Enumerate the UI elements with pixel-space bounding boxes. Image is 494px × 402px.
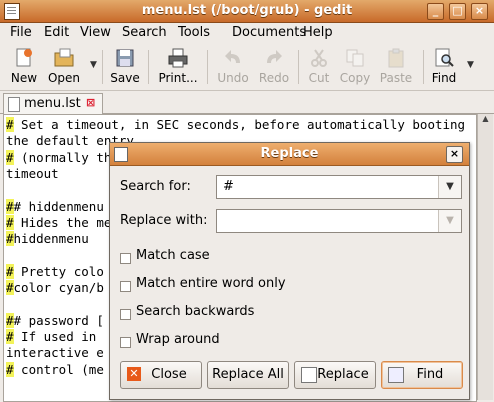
toolbar-separator bbox=[102, 50, 103, 84]
editor-line: #hiddenmenu bbox=[6, 231, 89, 247]
dialog-title: Replace bbox=[260, 146, 319, 161]
search-for-combo[interactable]: # ▼ bbox=[216, 175, 462, 199]
search-backwards-checkbox[interactable] bbox=[120, 309, 131, 320]
document-tabs: menu.lst ⊠ bbox=[0, 91, 494, 114]
chevron-down-icon[interactable]: ▼ bbox=[438, 210, 461, 232]
toolbar: New Open ▼ Save Print... Undo Redo Cut C… bbox=[0, 44, 494, 91]
close-window-button[interactable]: × bbox=[471, 3, 488, 20]
undo-button[interactable]: Undo bbox=[215, 47, 251, 85]
editor-line: interactive e bbox=[6, 345, 104, 361]
replace-button[interactable]: Replace bbox=[294, 361, 376, 389]
menu-tools[interactable]: Tools bbox=[178, 25, 210, 40]
match-entire-word-checkbox[interactable] bbox=[120, 281, 131, 292]
match-entire-word-label[interactable]: Match entire word only bbox=[136, 276, 286, 291]
printer-icon bbox=[167, 47, 189, 69]
copy-icon bbox=[344, 47, 366, 69]
menu-bar: File Edit View Search Tools Documents Help bbox=[0, 23, 494, 43]
search-match-highlight: # bbox=[6, 149, 14, 165]
save-button[interactable]: Save bbox=[108, 47, 142, 85]
search-match-highlight: # bbox=[6, 214, 14, 230]
editor-line: #color cyan/b bbox=[6, 280, 104, 295]
search-for-label: Search for: bbox=[120, 179, 191, 194]
window-title: menu.lst (/boot/grub) - gedit bbox=[141, 3, 353, 18]
search-match-highlight: # bbox=[6, 117, 14, 132]
search-match-highlight: # bbox=[6, 361, 14, 377]
paste-button[interactable]: Paste bbox=[377, 47, 415, 85]
open-button[interactable]: Open bbox=[46, 47, 82, 85]
gedit-window: menu.lst (/boot/grub) - gedit _ □ × File… bbox=[0, 0, 494, 402]
editor-line: # If used in bbox=[6, 328, 97, 344]
toolbar-overflow-icon[interactable]: ▼ bbox=[467, 60, 474, 70]
new-document-icon bbox=[13, 47, 35, 69]
search-match-highlight: # bbox=[6, 231, 14, 247]
new-button[interactable]: New bbox=[8, 47, 40, 85]
dialog-close-button[interactable]: × bbox=[446, 146, 463, 163]
search-for-input[interactable]: # bbox=[223, 179, 234, 194]
scissors-icon bbox=[308, 47, 330, 69]
menu-view[interactable]: View bbox=[80, 25, 111, 40]
menu-file[interactable]: File bbox=[10, 25, 32, 40]
toolbar-separator bbox=[207, 50, 208, 84]
replace-with-combo[interactable]: ▼ bbox=[216, 209, 462, 233]
scroll-up-arrow-icon[interactable]: ▲ bbox=[480, 114, 491, 128]
search-match-highlight: # bbox=[6, 280, 14, 295]
editor-line: timeout bbox=[6, 165, 59, 181]
save-icon bbox=[114, 47, 136, 69]
close-tab-icon[interactable]: ⊠ bbox=[86, 96, 95, 109]
toolbar-separator bbox=[423, 50, 424, 84]
editor-line: # Pretty colo bbox=[6, 263, 104, 279]
editor-line: # Hides the me bbox=[6, 214, 112, 230]
redo-icon bbox=[263, 47, 285, 69]
replace-dialog: Replace × Search for: # ▼ Replace with: … bbox=[109, 142, 470, 400]
minimize-button[interactable]: _ bbox=[427, 3, 444, 20]
toolbar-separator bbox=[298, 50, 299, 84]
tab-menu-lst[interactable]: menu.lst ⊠ bbox=[3, 93, 103, 114]
find-icon bbox=[433, 47, 455, 69]
editor-line: ## hiddenmenu bbox=[6, 198, 104, 214]
close-button[interactable]: ✕ Close bbox=[120, 361, 202, 389]
dialog-title-bar[interactable]: Replace × bbox=[110, 143, 469, 166]
copy-button[interactable]: Copy bbox=[337, 47, 373, 85]
print-button[interactable]: Print... bbox=[155, 47, 201, 85]
folder-open-icon bbox=[53, 47, 75, 69]
match-case-label[interactable]: Match case bbox=[136, 248, 210, 263]
search-match-highlight: # bbox=[6, 312, 14, 328]
editor-line: # Set a timeout, in SEC seconds, before … bbox=[6, 117, 466, 132]
open-recent-dropdown-icon[interactable]: ▼ bbox=[90, 60, 97, 70]
menu-search[interactable]: Search bbox=[122, 25, 167, 40]
toolbar-separator bbox=[148, 50, 149, 84]
editor-line: # control (me bbox=[6, 361, 104, 377]
chevron-down-icon[interactable]: ▼ bbox=[438, 176, 461, 198]
wrap-around-checkbox[interactable] bbox=[120, 337, 131, 348]
tab-label: menu.lst bbox=[24, 96, 81, 111]
maximize-button[interactable]: □ bbox=[449, 3, 466, 20]
text-file-icon bbox=[8, 97, 20, 112]
wrap-around-label[interactable]: Wrap around bbox=[136, 332, 220, 347]
clipboard-icon bbox=[385, 47, 407, 69]
menu-help[interactable]: Help bbox=[303, 25, 333, 40]
search-match-highlight: # bbox=[6, 328, 14, 344]
search-backwards-label[interactable]: Search backwards bbox=[136, 304, 254, 319]
cut-button[interactable]: Cut bbox=[304, 47, 334, 85]
replace-all-button[interactable]: Replace All bbox=[207, 361, 289, 389]
search-match-highlight: # bbox=[6, 263, 14, 279]
search-match-highlight: # bbox=[6, 198, 14, 214]
find-dialog-button[interactable]: Find bbox=[381, 361, 463, 389]
editor-line: # (normally th bbox=[6, 149, 112, 165]
replace-with-label: Replace with: bbox=[120, 213, 208, 228]
menu-edit[interactable]: Edit bbox=[44, 25, 69, 40]
match-case-checkbox[interactable] bbox=[120, 253, 131, 264]
title-bar[interactable]: menu.lst (/boot/grub) - gedit _ □ × bbox=[0, 0, 494, 23]
redo-button[interactable]: Redo bbox=[257, 47, 291, 85]
editor-line: ## password [ bbox=[6, 312, 104, 328]
menu-documents[interactable]: Documents bbox=[232, 25, 306, 40]
vertical-scrollbar[interactable]: ▲ bbox=[477, 114, 493, 400]
find-button[interactable]: Find bbox=[429, 47, 459, 85]
undo-icon bbox=[222, 47, 244, 69]
